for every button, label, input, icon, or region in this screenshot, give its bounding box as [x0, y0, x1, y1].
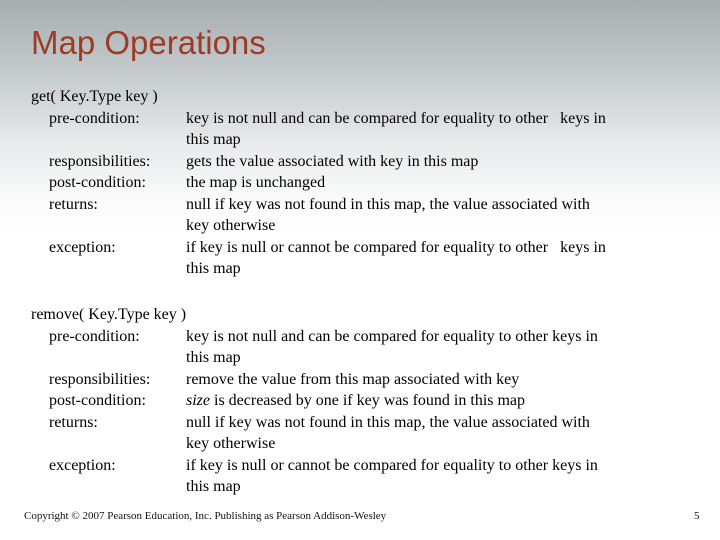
value-line: gets the value associated with key in th…	[186, 152, 479, 170]
row-value: key is not null and can be compared for …	[186, 326, 676, 369]
row-exception: exception: if key is null or cannot be c…	[31, 455, 691, 498]
row-post-condition: post-condition: size is decreased by one…	[31, 390, 691, 412]
row-value: the map is unchanged	[186, 172, 676, 194]
value-line: size is decreased by one if key was foun…	[186, 390, 676, 412]
size-term: size	[186, 392, 210, 409]
row-label: exception:	[49, 238, 116, 256]
row-returns: returns: null if key was not found in th…	[31, 412, 691, 455]
value-line: if key is null or cannot be compared for…	[186, 456, 598, 474]
row-post-condition: post-condition: the map is unchanged	[31, 172, 691, 194]
value-line: key is not null and can be compared for …	[186, 327, 598, 345]
value-line: null if key was not found in this map, t…	[186, 413, 590, 431]
value-line: key is not null and can be compared for …	[186, 109, 606, 127]
row-label: responsibilities:	[49, 370, 151, 388]
row-label: pre-condition:	[49, 109, 140, 127]
value-line: the map is unchanged	[186, 174, 326, 191]
row-value: if key is null or cannot be compared for…	[186, 237, 676, 280]
operation-get: get( Key.Type key ) pre-condition: key i…	[31, 86, 691, 280]
row-responsibilities: responsibilities: remove the value from …	[31, 369, 691, 391]
row-value: null if key was not found in this map, t…	[186, 412, 676, 455]
value-line: key otherwise	[186, 435, 276, 452]
row-value: key is not null and can be compared for …	[186, 108, 676, 151]
value-line: this map	[186, 260, 241, 277]
page-number: 5	[694, 510, 700, 522]
row-label: exception:	[49, 456, 116, 474]
row-pre-condition: pre-condition: key is not null and can b…	[31, 108, 691, 151]
row-value: gets the value associated with key in th…	[186, 151, 676, 173]
operation-signature: get( Key.Type key )	[31, 88, 158, 105]
row-label: responsibilities:	[49, 152, 151, 170]
value-line: this map	[186, 349, 241, 366]
value-line: if key is null or cannot be compared for…	[186, 238, 606, 256]
row-value: remove the value from this map associate…	[186, 369, 676, 391]
row-value: if key is null or cannot be compared for…	[186, 455, 676, 498]
row-responsibilities: responsibilities: gets the value associa…	[31, 151, 691, 173]
row-value: size is decreased by one if key was foun…	[186, 390, 676, 412]
operation-signature: remove( Key.Type key )	[31, 306, 187, 323]
value-line: remove the value from this map associate…	[186, 370, 520, 388]
row-pre-condition: pre-condition: key is not null and can b…	[31, 326, 691, 369]
row-exception: exception: if key is null or cannot be c…	[31, 237, 691, 280]
value-text: is decreased by one if key was found in …	[210, 392, 526, 409]
row-label: pre-condition:	[49, 327, 140, 345]
row-label: returns:	[49, 413, 98, 431]
value-line: this map	[186, 478, 241, 495]
row-value: null if key was not found in this map, t…	[186, 194, 676, 237]
value-line: null if key was not found in this map, t…	[186, 195, 590, 213]
operation-remove: remove( Key.Type key ) pre-condition: ke…	[31, 304, 691, 498]
copyright-footer: Copyright © 2007 Pearson Education, Inc.…	[24, 510, 387, 522]
value-line: this map	[186, 131, 241, 148]
slide-title: Map Operations	[31, 24, 266, 61]
row-label: post-condition:	[49, 392, 146, 409]
row-label: post-condition:	[49, 174, 146, 191]
row-returns: returns: null if key was not found in th…	[31, 194, 691, 237]
value-line: key otherwise	[186, 217, 276, 234]
row-label: returns:	[49, 195, 98, 213]
